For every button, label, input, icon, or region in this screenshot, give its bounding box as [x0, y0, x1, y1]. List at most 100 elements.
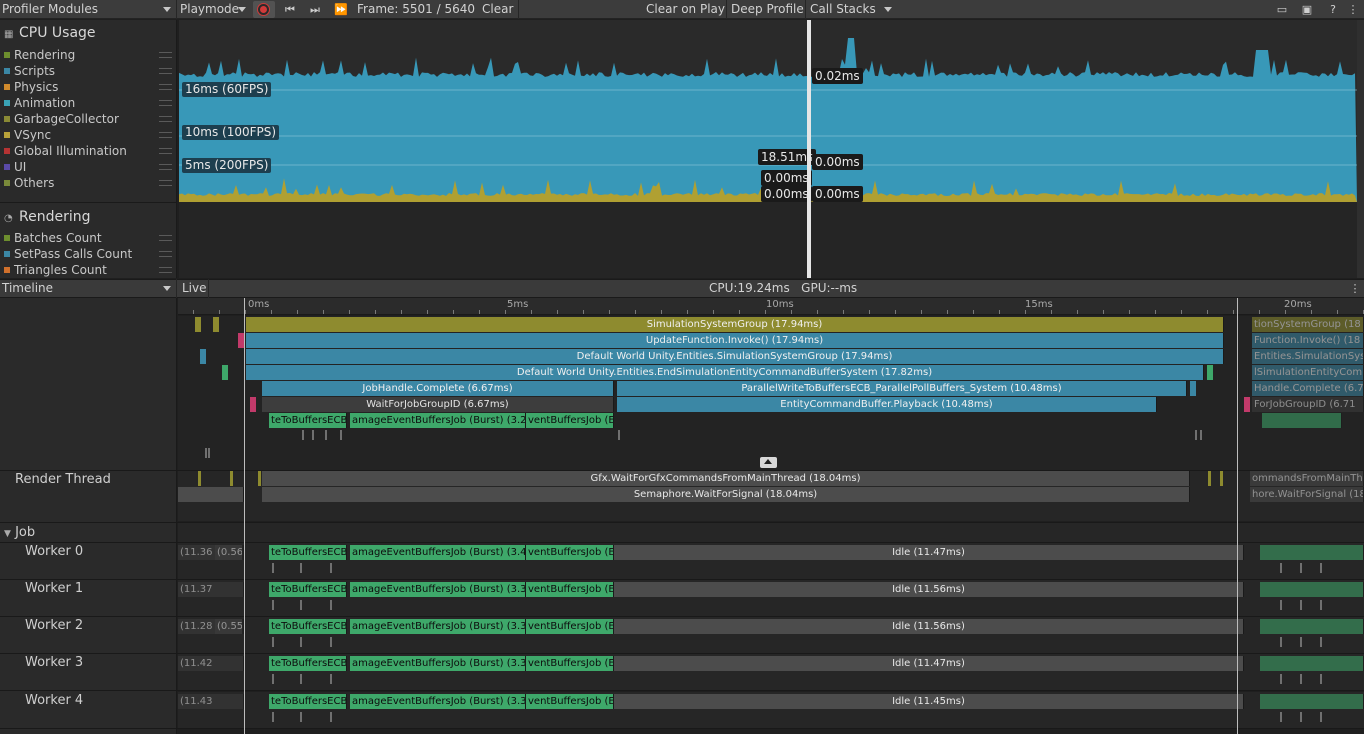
profiler-sample-next-frame[interactable]: lSimulationEntityCom: [1252, 365, 1364, 380]
profiler-sample-marker[interactable]: [300, 600, 302, 610]
profiler-sample[interactable]: ventBuffersJob (E: [526, 694, 614, 709]
profiler-sample-marker[interactable]: [1280, 600, 1282, 610]
options-menu-button[interactable]: ⋮: [1344, 0, 1362, 19]
rendering-title[interactable]: ◔ Rendering: [4, 208, 91, 226]
profiler-sample-next-frame[interactable]: [1260, 545, 1364, 560]
profiler-sample-prev-frame[interactable]: (11.43: [178, 694, 244, 709]
idle-sample[interactable]: Idle (11.47ms): [614, 545, 1244, 560]
profiler-sample-marker[interactable]: [1195, 430, 1197, 440]
idle-sample[interactable]: Idle (11.47ms): [614, 656, 1244, 671]
profiler-sample-next-frame[interactable]: tionSystemGroup (18: [1252, 317, 1364, 332]
drag-handle-icon[interactable]: [159, 251, 172, 257]
legend-item[interactable]: Global Illumination: [4, 143, 176, 159]
profiler-sample-marker[interactable]: [330, 563, 332, 573]
drag-handle-icon[interactable]: [159, 235, 172, 241]
save-button[interactable]: ▣: [1298, 0, 1316, 19]
profiler-sample-marker[interactable]: [302, 430, 304, 440]
load-button[interactable]: ▭: [1273, 0, 1291, 19]
profiler-sample-next-frame[interactable]: hore.WaitForSignal (18: [1250, 487, 1364, 502]
profiler-sample-marker[interactable]: [312, 430, 314, 440]
idle-sample[interactable]: Idle (11.45ms): [614, 694, 1244, 709]
worker-thread-label[interactable]: Worker 2: [25, 617, 83, 635]
profiler-sample-marker[interactable]: [1280, 637, 1282, 647]
profiler-sample-marker[interactable]: [1300, 637, 1302, 647]
profiler-sample[interactable]: amageEventBuffersJob (Burst) (3.3: [350, 656, 526, 671]
drag-handle-icon[interactable]: [159, 116, 172, 122]
deep-profile-toggle[interactable]: Deep Profile: [731, 0, 804, 19]
profiler-sample-marker[interactable]: [1280, 563, 1282, 573]
profiler-sample-marker[interactable]: [230, 471, 233, 486]
profiler-sample[interactable]: amageEventBuffersJob (Burst) (3.3: [350, 694, 526, 709]
profiler-sample-marker[interactable]: [1300, 712, 1302, 722]
profiler-sample-marker[interactable]: [1220, 471, 1223, 486]
profiler-sample-marker[interactable]: [258, 471, 261, 486]
profiler-sample[interactable]: Semaphore.WaitForSignal (18.04ms): [262, 487, 1190, 502]
profiler-sample-next-frame[interactable]: ommandsFromMainTh: [1250, 471, 1364, 486]
profiler-sample-marker[interactable]: [325, 430, 327, 440]
profiler-sample-next-frame[interactable]: ForJobGroupID (6.71: [1252, 397, 1364, 412]
drag-handle-icon[interactable]: [159, 84, 172, 90]
cpu-usage-chart[interactable]: 16ms (60FPS) 10ms (100FPS) 5ms (200FPS) …: [179, 20, 1357, 202]
call-stacks-toggle[interactable]: Call Stacks: [810, 0, 876, 19]
render-thread-label[interactable]: Render Thread: [15, 471, 111, 489]
profiler-sample[interactable]: ventBuffersJob (E: [526, 619, 614, 634]
profiler-sample-marker[interactable]: [208, 448, 210, 458]
profiler-sample-next-frame[interactable]: [1260, 582, 1364, 597]
drag-handle-icon[interactable]: [159, 148, 172, 154]
legend-item[interactable]: Physics: [4, 79, 176, 95]
selected-frame-cursor[interactable]: [807, 20, 811, 278]
profiler-sample[interactable]: ventBuffersJob (E: [526, 413, 614, 428]
time-ruler[interactable]: 0ms 5ms 10ms 15ms 20ms: [178, 298, 1364, 315]
record-button[interactable]: [253, 1, 275, 18]
profiler-sample-marker[interactable]: [272, 600, 274, 610]
call-stacks-dropdown[interactable]: [876, 0, 896, 19]
profiler-sample[interactable]: Default World Unity.Entities.SimulationS…: [246, 349, 1224, 364]
profiler-sample-marker[interactable]: [1280, 674, 1282, 684]
profiler-sample-marker[interactable]: [222, 365, 228, 380]
profiler-sample-marker[interactable]: [272, 712, 274, 722]
drag-handle-icon[interactable]: [159, 68, 172, 74]
profiler-sample-next-frame[interactable]: [1260, 619, 1364, 634]
profiler-sample[interactable]: ventBuffersJob (E: [526, 545, 614, 560]
profiler-sample[interactable]: SimulationSystemGroup (17.94ms): [246, 317, 1224, 332]
last-frame-button[interactable]: ⏩: [332, 0, 350, 19]
profiler-sample-marker[interactable]: [272, 674, 274, 684]
next-frame-button[interactable]: ⏭: [306, 0, 324, 19]
legend-item[interactable]: Rendering: [4, 47, 176, 63]
profiler-sample[interactable]: ventBuffersJob (E: [526, 582, 614, 597]
profiler-sample[interactable]: Default World Unity.Entities.EndSimulati…: [246, 365, 1204, 380]
profiler-sample-marker[interactable]: [205, 448, 207, 458]
legend-item[interactable]: Others: [4, 175, 176, 191]
profiler-sample-marker[interactable]: [1320, 563, 1322, 573]
profiler-sample-marker[interactable]: [1207, 365, 1213, 380]
profiler-sample-marker[interactable]: [1320, 637, 1322, 647]
profiler-sample-marker[interactable]: [1200, 430, 1202, 440]
drag-handle-icon[interactable]: [159, 52, 172, 58]
profiler-sample-marker[interactable]: [1190, 381, 1196, 396]
legend-item[interactable]: Scripts: [4, 63, 176, 79]
chart-scrollbar[interactable]: [1357, 20, 1364, 278]
view-mode-dropdown[interactable]: Timeline: [0, 279, 175, 298]
profiler-sample-marker[interactable]: [300, 637, 302, 647]
clear-on-play-toggle[interactable]: Clear on Play: [646, 0, 725, 19]
cpu-usage-title[interactable]: ▦ CPU Usage: [4, 24, 96, 42]
profiler-sample-marker[interactable]: [250, 397, 256, 412]
profiler-sample[interactable]: teToBuffersECB: [269, 545, 347, 560]
profiler-sample-marker[interactable]: [1300, 600, 1302, 610]
profiler-sample-marker[interactable]: [300, 712, 302, 722]
profiler-sample-marker[interactable]: [330, 674, 332, 684]
profiler-sample[interactable]: amageEventBuffersJob (Burst) (3.3: [350, 619, 526, 634]
profiler-sample-marker[interactable]: [1300, 674, 1302, 684]
legend-item[interactable]: GarbageCollector: [4, 111, 176, 127]
collapse-main-thread-button[interactable]: [760, 457, 777, 468]
rendering-chart[interactable]: [179, 202, 1357, 278]
profiler-sample-prev-frame[interactable]: (11.37: [178, 582, 244, 597]
profiler-sample-prev-frame[interactable]: (0.55: [215, 619, 243, 634]
profiler-sample[interactable]: teToBuffersECB: [269, 582, 347, 597]
profiler-sample-marker[interactable]: [1320, 674, 1322, 684]
idle-sample[interactable]: Idle (11.56ms): [614, 619, 1244, 634]
playmode-target-dropdown[interactable]: Playmode: [178, 0, 250, 19]
drag-handle-icon[interactable]: [159, 132, 172, 138]
drag-handle-icon[interactable]: [159, 100, 172, 106]
profiler-sample-marker[interactable]: [300, 563, 302, 573]
